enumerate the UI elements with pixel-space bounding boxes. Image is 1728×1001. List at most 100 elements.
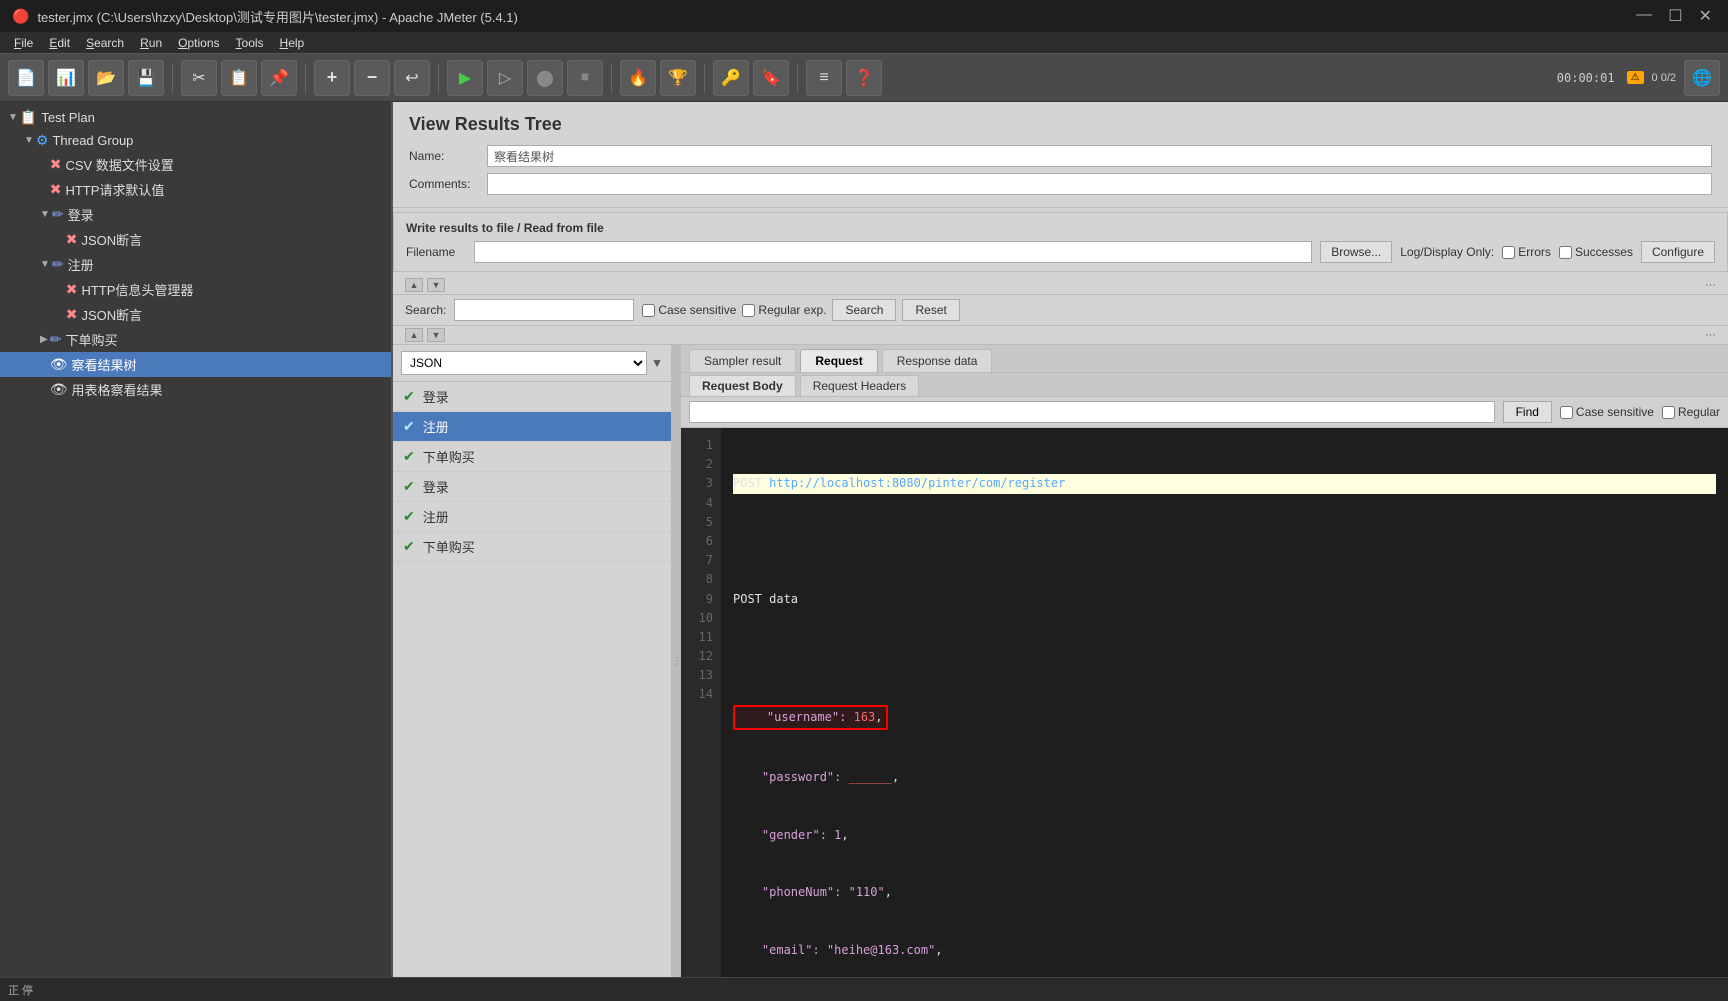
sub-tab-request-body[interactable]: Request Body [689,375,796,396]
arr-down-2[interactable]: ▼ [427,328,445,342]
toolbar-save[interactable]: 💾 [128,60,164,96]
toolbar-stop-now[interactable]: ⏹ [567,60,603,96]
tree-item-http-default[interactable]: ▶ ✖ HTTP请求默认值 [0,177,391,202]
result-item-3[interactable]: ✔ 登录 [393,472,671,502]
tab-sampler-result[interactable]: Sampler result [689,349,796,372]
errors-checkbox-label[interactable]: Errors [1502,245,1551,259]
toolbar-key[interactable]: 🔑 [713,60,749,96]
result-item-0[interactable]: ✔ 登录 [393,382,671,412]
sub-tab-request-headers[interactable]: Request Headers [800,375,919,396]
arr-down-1[interactable]: ▼ [427,278,445,292]
menu-run[interactable]: Run [132,34,170,52]
find-case-sensitive-checkbox[interactable] [1560,406,1573,419]
arr-up-2[interactable]: ▲ [405,328,423,342]
menu-edit[interactable]: Edit [41,34,78,52]
label-login: 登录 [68,205,94,224]
label-csv: CSV 数据文件设置 [65,155,173,174]
result-label-3: 登录 [423,477,449,496]
comments-input[interactable] [487,173,1712,195]
tab-request[interactable]: Request [800,349,877,372]
case-sensitive-checkbox[interactable] [642,304,655,317]
toolbar-remove[interactable]: − [354,60,390,96]
toolbar-tag[interactable]: 🔖 [753,60,789,96]
configure-button[interactable]: Configure [1641,241,1715,263]
comments-label: Comments: [409,177,479,191]
tree-item-login[interactable]: ▼ ✏ 登录 [0,202,391,227]
format-dropdown[interactable]: JSON Text HTML XML [401,351,647,375]
toolbar-cut[interactable]: ✂ [181,60,217,96]
browse-button[interactable]: Browse... [1320,241,1392,263]
toggle-order[interactable]: ▶ [40,334,48,345]
tab-response-data[interactable]: Response data [882,349,993,372]
toolbar-copy[interactable]: 📋 [221,60,257,96]
toggle-test-plan[interactable]: ▼ [8,112,18,123]
arr-up-1[interactable]: ▲ [405,278,423,292]
tree-item-order[interactable]: ▶ ✏ 下单购买 [0,327,391,352]
find-case-sensitive-label[interactable]: Case sensitive [1560,405,1654,419]
menu-search[interactable]: Search [78,34,132,52]
menu-file[interactable]: File [6,34,41,52]
regular-exp-checkbox[interactable] [742,304,755,317]
menu-tools[interactable]: Tools [228,34,272,52]
toggle-thread-group[interactable]: ▼ [24,135,34,146]
drag-handle[interactable]: ⋮ [673,345,681,977]
toolbar-package[interactable]: 🏆 [660,60,696,96]
toolbar-remote[interactable]: 🌐 [1684,60,1720,96]
toolbar-undo[interactable]: ↩ [394,60,430,96]
result-item-1[interactable]: ✔ 注册 [393,412,671,442]
case-sensitive-label[interactable]: Case sensitive [642,303,736,317]
tree-item-json-assert-2[interactable]: ▶ ✖ JSON断言 [0,302,391,327]
find-regular-label[interactable]: Regular [1662,405,1720,419]
toolbar-stop[interactable]: ⬤ [527,60,563,96]
toolbar-add[interactable]: + [314,60,350,96]
maximize-button[interactable]: ☐ [1664,6,1686,26]
close-button[interactable]: ✕ [1695,6,1716,26]
tree-item-register[interactable]: ▼ ✏ 注册 [0,252,391,277]
toolbar-list[interactable]: ≡ [806,60,842,96]
icon-table-result: 👁 [50,381,68,398]
toolbar-templates[interactable]: 📊 [48,60,84,96]
tree-item-test-plan[interactable]: ▼ 📋 Test Plan [0,106,391,129]
toolbar-open[interactable]: 📂 [88,60,124,96]
tree-item-thread-group[interactable]: ▼ ⚙ Thread Group [0,129,391,152]
tree-item-result-tree[interactable]: ▶ 👁 察看结果树 [0,352,391,377]
menu-options[interactable]: Options [170,34,227,52]
toolbar-paste[interactable]: 📌 [261,60,297,96]
result-item-5[interactable]: ✔ 下单购买 [393,532,671,562]
toolbar-help[interactable]: ❓ [846,60,882,96]
find-button[interactable]: Find [1503,401,1552,423]
label-thread-group: Thread Group [52,133,133,148]
menu-help[interactable]: Help [272,34,313,52]
right-panel: View Results Tree Name: Comments: Write … [393,102,1728,977]
icon-thread-group: ⚙ [36,132,49,149]
filename-input[interactable] [474,241,1312,263]
search-button[interactable]: Search [832,299,896,321]
toggle-register[interactable]: ▼ [40,259,50,270]
toolbar-run-no-pause[interactable]: ▷ [487,60,523,96]
toolbar-flame[interactable]: 🔥 [620,60,656,96]
search-input[interactable] [454,299,634,321]
ln-1: 1 [681,436,721,455]
toolbar-run[interactable]: ▶ [447,60,483,96]
toolbar-new[interactable]: 📄 [8,60,44,96]
successes-checkbox-label[interactable]: Successes [1559,245,1633,259]
tree-item-http-header[interactable]: ▶ ✖ HTTP信息头管理器 [0,277,391,302]
result-item-2[interactable]: ✔ 下单购买 [393,442,671,472]
successes-checkbox[interactable] [1559,246,1572,259]
tree-item-csv[interactable]: ▶ ✖ CSV 数据文件设置 [0,152,391,177]
result-item-4[interactable]: ✔ 注册 [393,502,671,532]
find-regular-checkbox[interactable] [1662,406,1675,419]
sub-tab-bar: Request Body Request Headers [681,373,1728,397]
name-input[interactable] [487,145,1712,167]
errors-checkbox[interactable] [1502,246,1515,259]
toggle-login[interactable]: ▼ [40,209,50,220]
result-icon-3: ✔ [403,478,415,495]
find-input[interactable] [689,401,1495,423]
regular-exp-label[interactable]: Regular exp. [742,303,826,317]
tree-item-json-assert-1[interactable]: ▶ ✖ JSON断言 [0,227,391,252]
reset-button[interactable]: Reset [902,299,959,321]
code-line-8: "phoneNum": "110", [733,883,1716,902]
minimize-button[interactable]: — [1632,6,1656,26]
log-options: Log/Display Only: Errors Successes Confi… [1400,241,1715,263]
tree-item-table-result[interactable]: ▶ 👁 用表格察看结果 [0,377,391,402]
